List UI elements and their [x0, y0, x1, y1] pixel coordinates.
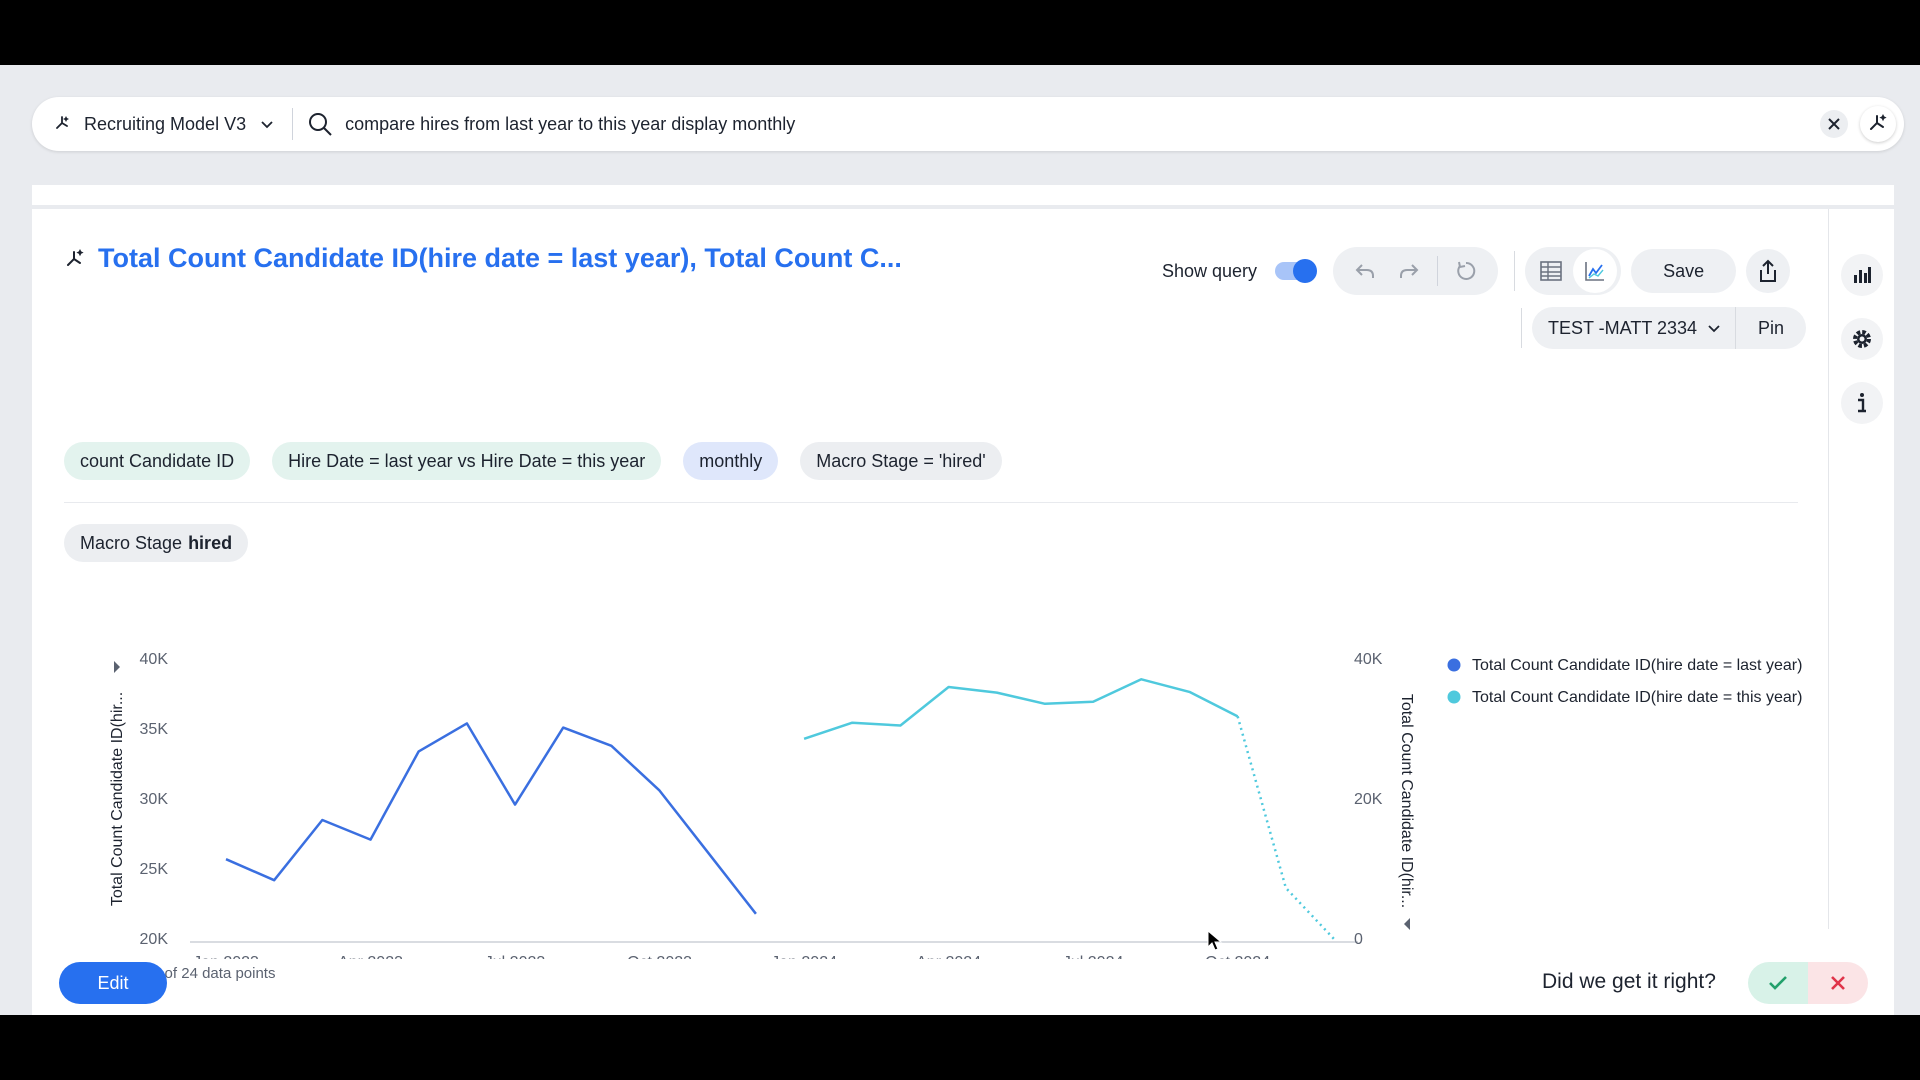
info-icon: [1858, 393, 1866, 413]
search-separator: [292, 108, 294, 140]
x-tick-label: Apr 2023: [338, 954, 403, 959]
y-right-axis-title: Total Count Candidate ID(hir...: [1398, 694, 1415, 908]
y-left-tick-label: 25K: [140, 861, 169, 878]
x-tick-label: Jul 2024: [1063, 954, 1124, 959]
legend-label: Total Count Candidate ID(hire date = thi…: [1472, 689, 1802, 706]
filter-chip-value: hired: [188, 532, 233, 553]
feedback-no-button[interactable]: [1808, 962, 1868, 1004]
y-left-expand-arrow-icon: [114, 661, 120, 673]
x-tick-label: Oct 2024: [1205, 954, 1270, 959]
close-icon: [1831, 976, 1845, 990]
settings-button[interactable]: [1841, 318, 1883, 360]
reset-icon: [1457, 261, 1476, 280]
liveboard-pin-row: TEST -MATT 2334 Pin: [1521, 307, 1807, 349]
series-line-partial-2: [1236, 716, 1335, 940]
share-icon: [1760, 259, 1777, 282]
answer-toolbar: Show query Save: [1162, 247, 1791, 295]
line-chart: 40K 35K 30K 25K 20K 40K 20K 0 Jan 2023 Apr 2023 Ju…: [109, 651, 1802, 959]
x-tick-label: Oct 2023: [627, 954, 692, 959]
chevron-down-icon: [261, 121, 273, 129]
save-button[interactable]: Save: [1631, 249, 1737, 293]
token-filter[interactable]: Macro Stage = 'hired': [800, 442, 1002, 480]
show-query-toggle[interactable]: [1275, 259, 1318, 283]
y-right-tick-label: 0: [1354, 931, 1363, 948]
share-button[interactable]: [1746, 249, 1791, 293]
pin-button[interactable]: Pin: [1735, 307, 1807, 349]
viz-switcher: [1525, 247, 1622, 295]
undo-button[interactable]: [1343, 249, 1387, 293]
bar-chart-icon: [1854, 267, 1871, 283]
clear-search-button[interactable]: [1820, 110, 1848, 138]
token-date-compare[interactable]: Hire Date = last year vs Hire Date = thi…: [272, 442, 662, 480]
feedback-question: Did we get it right?: [1542, 970, 1716, 993]
x-tick-label: Jul 2023: [485, 954, 546, 959]
redo-button[interactable]: [1387, 249, 1431, 293]
answer-title[interactable]: Total Count Candidate ID(hire date = las…: [98, 243, 902, 274]
answer-title-row: Total Count Candidate ID(hire date = las…: [64, 243, 902, 274]
undo-icon: [1355, 264, 1375, 278]
edit-button[interactable]: Edit: [59, 962, 167, 1004]
model-name: Recruiting Model V3: [84, 113, 247, 134]
right-rail: [1828, 209, 1894, 929]
sage-sparkle-icon: [1870, 114, 1887, 130]
feedback-buttons: [1748, 962, 1868, 1004]
toggle-knob: [1293, 259, 1318, 283]
liveboard-name: TEST -MATT 2334: [1548, 317, 1698, 338]
history-controls: [1333, 247, 1499, 295]
y-left-tick-label: 20K: [140, 931, 169, 948]
y-left-tick-label: 40K: [140, 651, 169, 668]
check-icon: [1769, 976, 1787, 990]
search-icon: [309, 113, 332, 136]
x-tick-label: Jan 2024: [771, 954, 837, 959]
tokens-divider: [64, 502, 1798, 503]
y-right-expand-arrow-icon: [1404, 918, 1410, 930]
info-button[interactable]: [1841, 382, 1883, 424]
mouse-cursor-icon: [1207, 930, 1223, 951]
gear-icon: [1853, 330, 1871, 348]
legend-label: Total Count Candidate ID(hire date = las…: [1472, 657, 1802, 674]
app-screen: Recruiting Model V3 Total Count Candidat: [0, 65, 1920, 1015]
sage-icon: [56, 116, 69, 129]
chevron-down-icon: [1708, 325, 1720, 333]
reset-button[interactable]: [1444, 249, 1488, 293]
chart-view-button[interactable]: [1573, 249, 1618, 293]
bottom-bar: Edit Did we get it right?: [32, 960, 1894, 1010]
legend-marker: [1447, 658, 1461, 672]
series-line-1: [225, 722, 757, 915]
y-right-tick-label: 40K: [1354, 651, 1383, 668]
y-left-tick-label: 30K: [140, 791, 169, 808]
top-strip: [32, 185, 1894, 205]
filter-chip[interactable]: Macro Stage hired: [64, 524, 249, 562]
ask-sage-button[interactable]: [1860, 106, 1896, 142]
model-selector[interactable]: Recruiting Model V3: [32, 97, 274, 151]
legend-marker: [1447, 690, 1461, 704]
token-keyword[interactable]: monthly: [683, 442, 779, 480]
liveboard-divider: [1521, 308, 1522, 348]
liveboard-select[interactable]: TEST -MATT 2334: [1532, 307, 1736, 349]
answer-panel: Total Count Candidate ID(hire date = las…: [32, 209, 1894, 1015]
chart-config-button[interactable]: [1841, 254, 1883, 296]
search-input[interactable]: [345, 113, 1820, 135]
table-view-button[interactable]: [1529, 249, 1573, 293]
search-bar: Recruiting Model V3: [32, 97, 1904, 151]
y-left-tick-label: 35K: [140, 721, 169, 738]
show-query-label: Show query: [1162, 260, 1258, 281]
x-tick-label: Apr 2024: [916, 954, 981, 959]
feedback-yes-button[interactable]: [1748, 962, 1808, 1004]
history-separator: [1437, 256, 1439, 286]
y-right-tick-label: 20K: [1354, 791, 1383, 808]
token-measure[interactable]: count Candidate ID: [64, 442, 251, 480]
line-chart-icon: [1585, 262, 1605, 281]
close-icon: [1828, 118, 1840, 130]
y-left-axis-title: Total Count Candidate ID(hir...: [109, 692, 126, 906]
query-tokens: count Candidate ID Hire Date = last year…: [64, 442, 1024, 480]
table-icon: [1540, 261, 1562, 281]
redo-icon: [1400, 264, 1419, 278]
toolbar-separator: [1514, 251, 1516, 291]
x-tick-label: Jan 2023: [193, 954, 259, 959]
filter-chip-name: Macro Stage: [80, 532, 183, 553]
sage-icon: [67, 248, 84, 266]
series-line-2: [803, 678, 1239, 740]
